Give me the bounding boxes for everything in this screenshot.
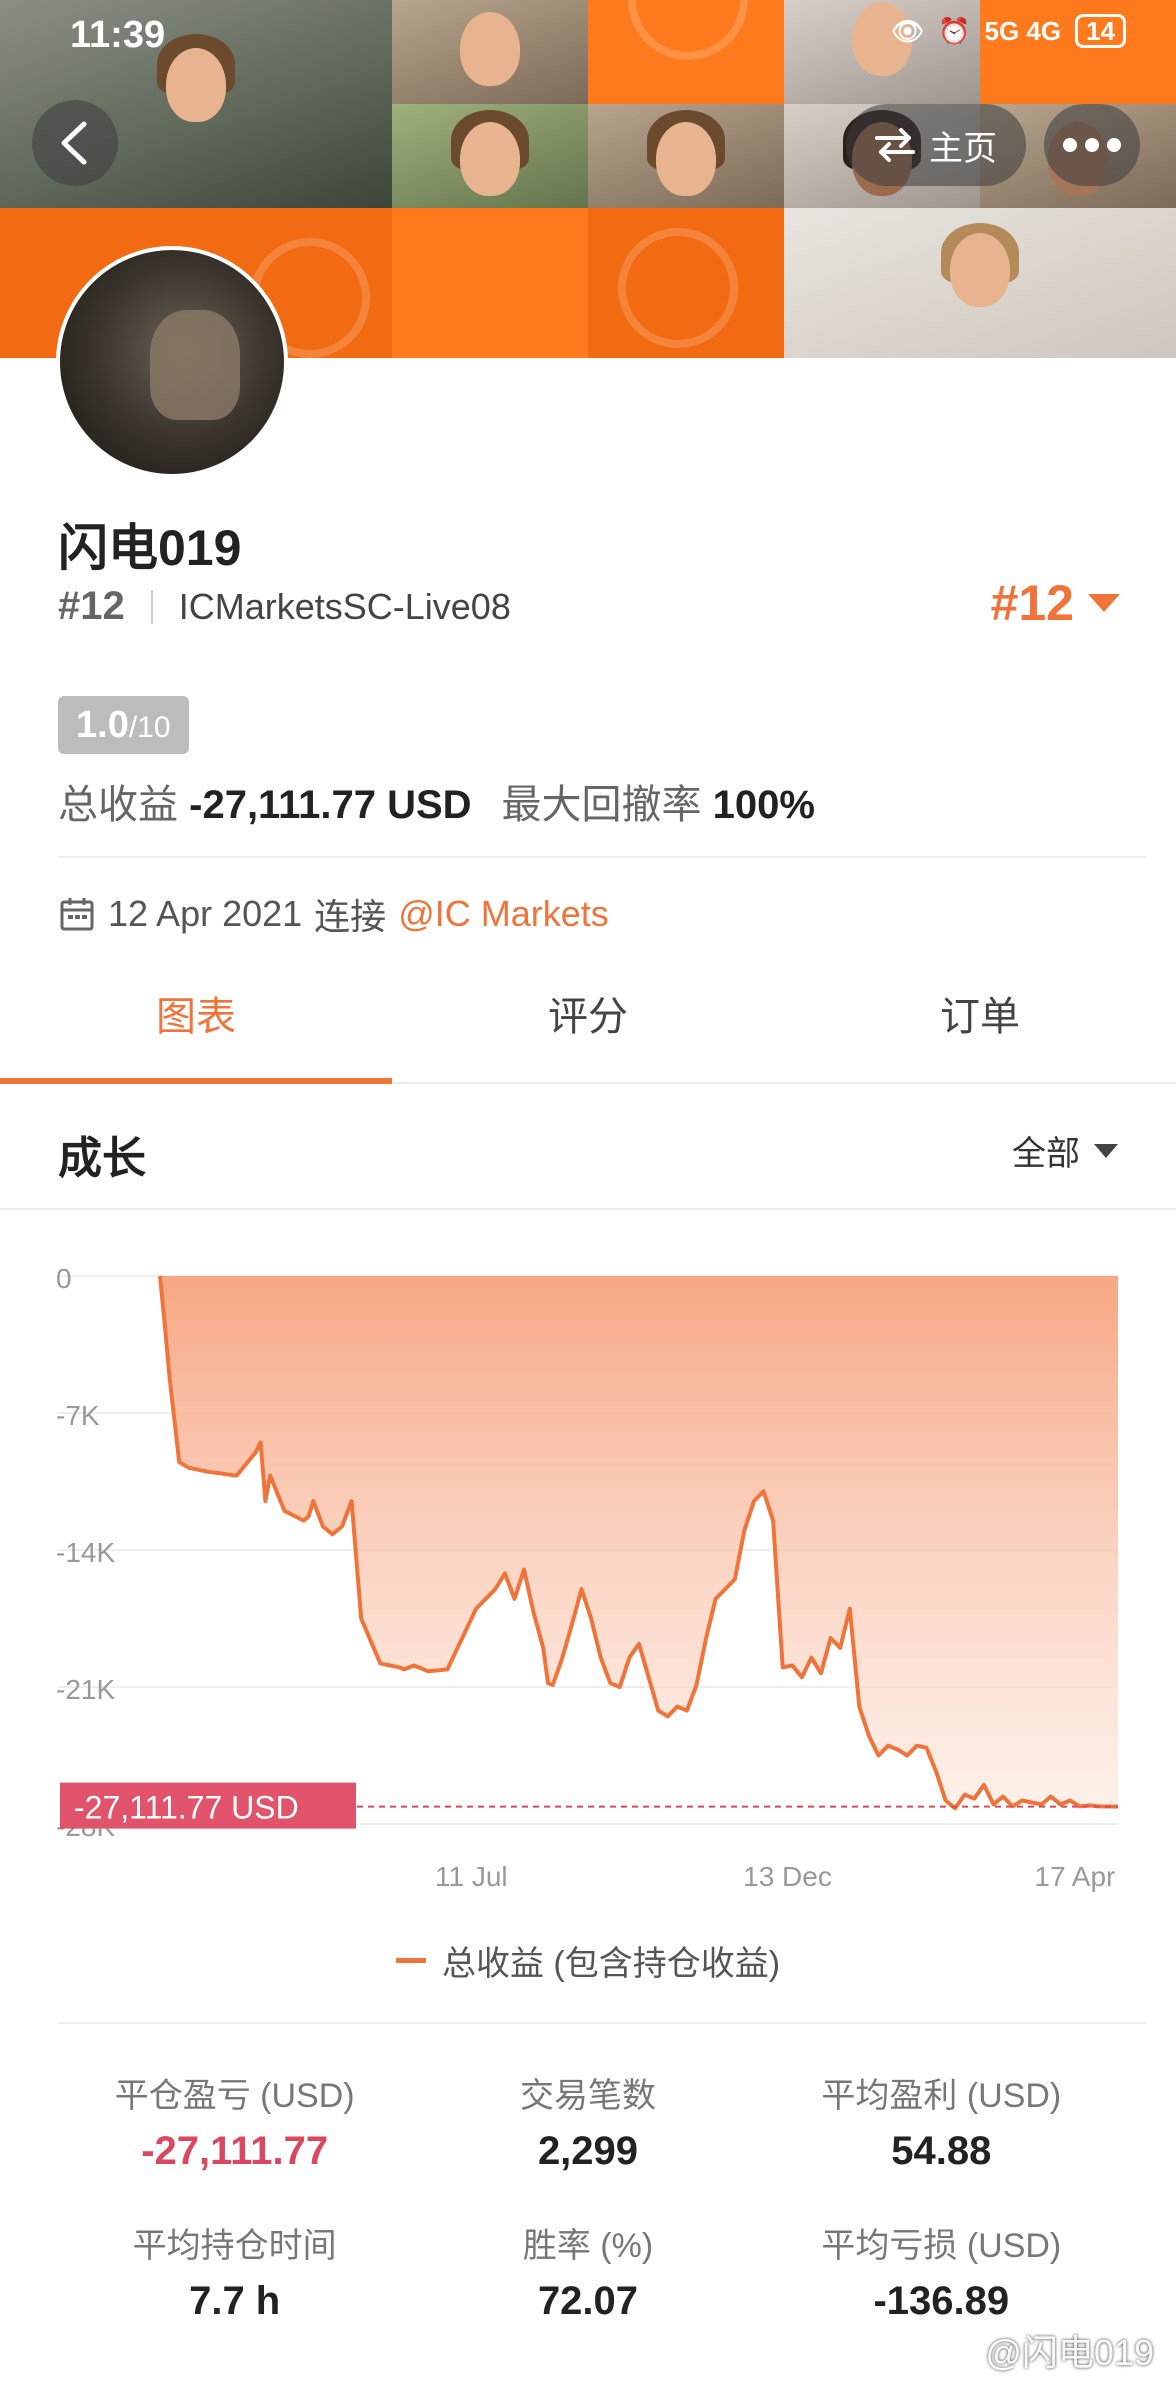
eye-icon: 👁	[891, 15, 925, 46]
stat-trade-count: 交易笔数 2,299	[411, 2068, 764, 2174]
y-tick-label: -14K	[56, 1537, 115, 1568]
total-profit-value: -27,111.77 USD	[189, 783, 472, 827]
account-server: ICMarketsSC-Live08	[178, 585, 511, 627]
divider	[58, 856, 1146, 858]
stat-label: 胜率 (%)	[522, 2227, 654, 2265]
tab-orders[interactable]: 订单	[784, 958, 1176, 1082]
x-tick-label: 13 Dec	[743, 1861, 832, 1892]
rank-dropdown-label: #12	[990, 575, 1074, 631]
battery-icon: 14	[1075, 14, 1126, 48]
divider	[58, 2022, 1146, 2024]
banner-photo	[784, 208, 1176, 358]
home-button[interactable]: 主页	[846, 104, 1026, 186]
legend-swatch	[395, 1958, 426, 1963]
y-tick-label: 0	[56, 1263, 72, 1294]
stats-grid: 平仓盈亏 (USD) -27,111.77 交易笔数 2,299 平均盈利 (U…	[58, 2068, 1118, 2324]
status-icons: 👁 ⏰ 5G 4G 14	[891, 14, 1126, 48]
tab-chart[interactable]: 图表	[0, 958, 392, 1084]
stat-value: 54.88	[891, 2129, 992, 2173]
status-time: 11:39	[70, 14, 166, 56]
x-tick-label: 11 Jul	[435, 1861, 508, 1892]
score-max: /10	[128, 711, 171, 744]
watermark: @闪电019	[985, 2332, 1154, 2373]
total-profit: 总收益 -27,111.77 USD	[58, 772, 472, 830]
max-drawdown-value: 100%	[712, 783, 815, 827]
current-value-label: -27,111.77 USD	[74, 1790, 299, 1826]
connect-label: 连接	[314, 896, 387, 937]
section-title: 成长	[58, 1134, 146, 1183]
divider	[150, 589, 153, 624]
legend-label: 总收益 (包含持仓收益)	[441, 1945, 781, 1983]
back-button[interactable]	[32, 100, 118, 186]
trader-name: 闪电019	[58, 520, 242, 576]
alarm-icon: ⏰	[938, 15, 971, 46]
tab-bar: 图表 评分 订单	[0, 958, 1176, 1084]
range-select[interactable]: 全部	[1012, 1126, 1118, 1175]
broker-link[interactable]: @IC Markets	[398, 893, 609, 935]
connect-date: 12 Apr 2021	[108, 893, 303, 934]
stat-avg-profit: 平均盈利 (USD) 54.88	[765, 2068, 1118, 2174]
stat-avg-loss: 平均亏损 (USD) -136.89	[765, 2218, 1118, 2324]
banner-tile	[392, 208, 588, 358]
swap-icon	[875, 128, 915, 162]
caret-down-icon	[1094, 1143, 1118, 1158]
stat-closed-pnl: 平仓盈亏 (USD) -27,111.77	[58, 2068, 411, 2174]
rank-row: #12 ICMarketsSC-Live08	[58, 584, 511, 629]
max-drawdown: 最大回撤率 100%	[502, 772, 815, 830]
caret-down-icon	[1088, 594, 1120, 612]
score-value: 1.0	[76, 704, 129, 746]
summary-row: 总收益 -27,111.77 USD 最大回撤率 100%	[58, 772, 815, 830]
growth-chart: 0-7K-14K-21K-28K 11 Jul13 Dec17 Apr -27,…	[0, 1212, 1176, 1892]
more-dots-icon[interactable]	[1044, 104, 1140, 186]
status-bar: 11:39 👁 ⏰ 5G 4G 14	[0, 0, 1176, 70]
growth-chart-svg: 0-7K-14K-21K-28K 11 Jul13 Dec17 Apr -27,…	[56, 1263, 1119, 1892]
calendar-icon	[60, 898, 94, 931]
total-profit-label: 总收益	[58, 783, 178, 827]
home-label: 主页	[929, 129, 997, 168]
stat-win-rate: 胜率 (%) 72.07	[411, 2218, 764, 2324]
stat-label: 平仓盈亏 (USD)	[114, 2077, 355, 2115]
stat-value: -27,111.77	[141, 2129, 329, 2173]
stat-label: 平均盈利 (USD)	[821, 2077, 1062, 2115]
banner-photo	[392, 104, 588, 208]
x-tick-label: 17 Apr	[1034, 1861, 1115, 1892]
rank-number: #12	[58, 584, 125, 628]
max-drawdown-label: 最大回撤率	[501, 783, 702, 827]
score-badge: 1.0 /10	[58, 696, 189, 754]
chart-legend: 总收益 (包含持仓收益)	[0, 1936, 1176, 1985]
connect-row: 12 Apr 2021 连接 @IC Markets	[58, 888, 609, 940]
y-tick-label: -7K	[56, 1400, 100, 1431]
stat-value: -136.89	[873, 2279, 1010, 2323]
tab-rating[interactable]: 评分	[392, 958, 784, 1082]
stat-value: 72.07	[537, 2279, 639, 2323]
stat-label: 平均亏损 (USD)	[821, 2227, 1062, 2265]
series-area	[160, 1276, 1118, 1809]
rank-dropdown[interactable]: #12	[991, 574, 1120, 632]
stat-label: 交易笔数	[519, 2077, 656, 2115]
avatar[interactable]	[56, 246, 288, 478]
chevron-left-icon	[61, 121, 87, 165]
stat-avg-hold-time: 平均持仓时间 7.7 h	[58, 2218, 411, 2324]
stat-label: 平均持仓时间	[132, 2227, 337, 2265]
stat-value: 2,299	[537, 2129, 639, 2173]
banner-tile	[588, 208, 784, 358]
y-tick-label: -21K	[56, 1674, 115, 1705]
stat-value: 7.7 h	[189, 2279, 281, 2323]
range-select-label: 全部	[1012, 1135, 1080, 1173]
growth-section-header: 成长 全部	[0, 1086, 1176, 1210]
signal-icon: 5G 4G	[984, 15, 1062, 46]
banner-photo	[588, 104, 784, 208]
